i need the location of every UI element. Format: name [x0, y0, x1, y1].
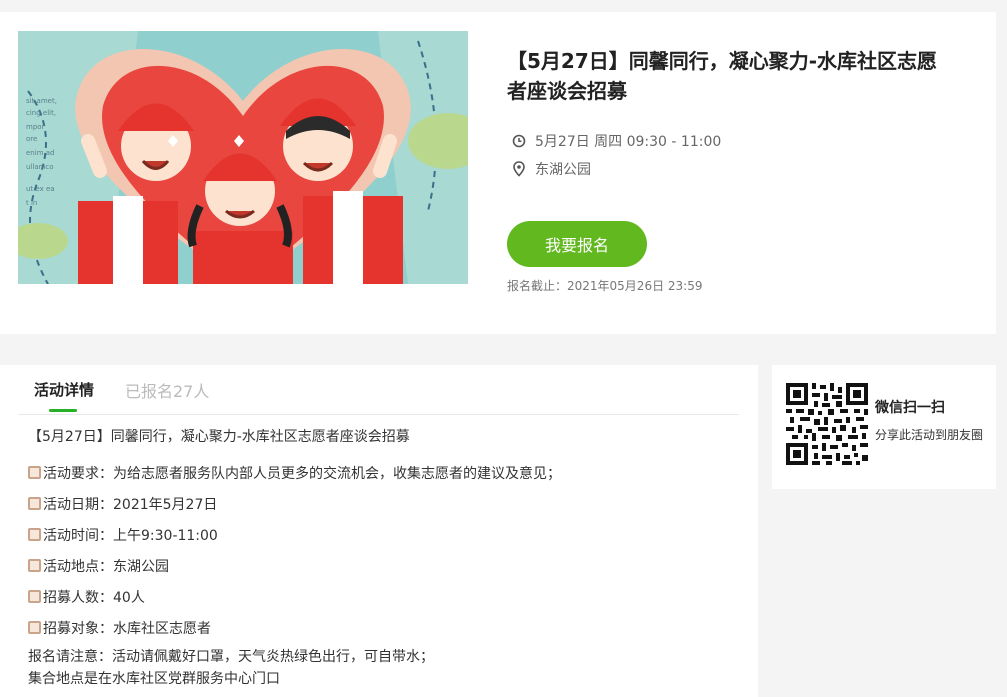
list-item: 活动时间：上午9:30-11:00	[28, 519, 738, 550]
list-item: 招募对象：水库社区志愿者	[28, 612, 738, 643]
event-banner-image: sit amet, cing elit, mpor ore enim ad ul…	[18, 31, 468, 284]
svg-text:sit amet,: sit amet,	[26, 97, 57, 105]
svg-text:ut ex ea: ut ex ea	[26, 185, 55, 193]
square-bullet-icon	[28, 559, 41, 572]
signup-notice: 报名请注意：活动请佩戴好口罩，天气炎热绿色出行，可自带水； 集合地点是在水库社区…	[28, 646, 738, 690]
description-heading: 【5月27日】同馨同行，凝心聚力-水库社区志愿者座谈会招募	[28, 429, 410, 445]
square-bullet-icon	[28, 497, 41, 510]
square-bullet-icon	[28, 621, 41, 634]
qr-code-icon	[786, 383, 868, 465]
notice-line-1: 报名请注意：活动请佩戴好口罩，天气炎热绿色出行，可自带水；	[28, 649, 434, 665]
event-title: 【5月27日】同馨同行，凝心聚力-水库社区志愿者座谈会招募	[507, 49, 938, 103]
list-item: 招募人数：40人	[28, 581, 738, 612]
square-bullet-icon	[28, 528, 41, 541]
list-item: 活动要求：为给志愿者服务队内部人员更多的交流机会，收集志愿者的建议及意见；	[28, 457, 738, 488]
event-place: 东湖公园	[535, 162, 591, 178]
clock-icon	[511, 133, 527, 149]
svg-text:cing elit,: cing elit,	[26, 109, 56, 117]
event-description: 【5月27日】同馨同行，凝心聚力-水库社区志愿者座谈会招募 活动要求：为给志愿者…	[28, 426, 738, 690]
share-title: 微信扫一扫	[875, 400, 945, 416]
event-time: 5月27日 周四 09:30 - 11:00	[535, 134, 722, 150]
share-subtitle: 分享此活动到朋友圈	[875, 428, 984, 442]
tab-details-label: 活动详情	[34, 381, 95, 399]
tab-signed-up[interactable]: 已报名27人	[125, 378, 209, 402]
svg-text:ore: ore	[26, 135, 37, 143]
event-time-row: 5月27日 周四 09:30 - 11:00	[511, 131, 721, 151]
signup-deadline: 报名截止：2021年05月26日 23:59	[507, 279, 703, 293]
active-tab-indicator	[49, 409, 77, 412]
list-item: 活动日期：2021年5月27日	[28, 488, 738, 519]
square-bullet-icon	[28, 466, 41, 479]
svg-text:enim ad: enim ad	[26, 149, 54, 157]
signup-button[interactable]: 我要报名	[507, 221, 647, 267]
volunteers-illustration: sit amet, cing elit, mpor ore enim ad ul…	[18, 31, 468, 284]
svg-text:mpor: mpor	[26, 123, 45, 131]
detail-tabs: 活动详情 已报名27人	[18, 365, 739, 415]
location-pin-icon	[511, 161, 527, 177]
svg-text:t in: t in	[26, 199, 37, 207]
tab-details[interactable]: 活动详情	[34, 379, 95, 412]
svg-text:ullamco: ullamco	[26, 163, 54, 171]
event-header-card: sit amet, cing elit, mpor ore enim ad ul…	[0, 12, 996, 334]
square-bullet-icon	[28, 590, 41, 603]
event-detail-card: 活动详情 已报名27人 【5月27日】同馨同行，凝心聚力-水库社区志愿者座谈会招…	[0, 365, 758, 697]
notice-line-2: 集合地点是在水库社区党群服务中心门口	[28, 671, 280, 687]
event-place-row: 东湖公园	[511, 159, 591, 179]
list-item: 活动地点：东湖公园	[28, 550, 738, 581]
share-card: 微信扫一扫 分享此活动到朋友圈	[772, 365, 996, 489]
